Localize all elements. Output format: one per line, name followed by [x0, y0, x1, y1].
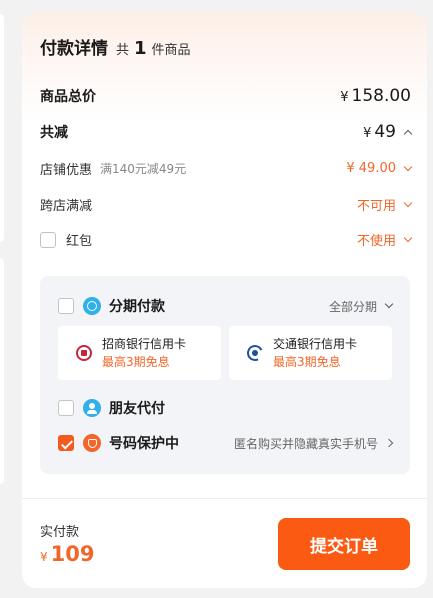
red-packet-row[interactable]: 红包 不使用 — [40, 230, 413, 249]
installment-left: 分期付款 — [58, 296, 165, 316]
cross-store-selector[interactable]: 不可用 — [356, 195, 413, 214]
bank-promo: 最高3期免息 — [102, 355, 170, 369]
store-coupon-left: 店铺优惠 满140元减49元 — [40, 159, 186, 178]
currency-symbol: ¥ — [363, 126, 372, 141]
installment-checkbox[interactable] — [58, 298, 74, 314]
store-coupon-selector[interactable]: ¥ 49.00 — [346, 161, 413, 176]
item-count: 1 — [134, 38, 147, 59]
red-packet-label: 红包 — [66, 234, 93, 249]
item-count-suffix: 件商品 — [151, 43, 191, 58]
card-title: 付款详情 — [40, 39, 108, 59]
bank-promo: 最高3期免息 — [273, 355, 341, 369]
discount-value: ¥49 — [363, 122, 396, 142]
installment-icon — [83, 297, 101, 315]
friend-pay-checkbox[interactable] — [58, 400, 74, 416]
number-protect-checkbox[interactable] — [58, 435, 74, 451]
number-protect-label: 号码保护中 — [109, 436, 179, 452]
installment-hint: 全部分期 — [328, 299, 377, 314]
friend-icon — [83, 399, 101, 417]
chevron-down-icon — [403, 198, 413, 207]
cross-store-value: 不可用 — [356, 199, 396, 214]
discount-label: 共减 — [40, 125, 68, 141]
friend-pay-row[interactable]: 朋友代付 — [58, 398, 392, 418]
bank-option-cmb[interactable]: 招商银行信用卡 最高3期免息 — [58, 326, 221, 380]
installment-selector[interactable]: 全部分期 — [328, 298, 394, 315]
item-count-prefix: 共 — [116, 43, 130, 58]
shield-icon — [83, 434, 101, 452]
number-protect-row[interactable]: 号码保护中 匿名购买并隐藏真实手机号 — [58, 433, 394, 453]
pay-amount-value: 109 — [50, 542, 95, 566]
pay-amount: ¥ 109 — [40, 542, 94, 566]
total-price-row: 商品总价 ¥158.00 — [40, 86, 411, 106]
discount-row[interactable]: 共减 ¥49 — [40, 122, 413, 142]
bank-text: 招商银行信用卡 最高3期免息 — [102, 335, 186, 371]
chevron-right-icon — [384, 438, 394, 448]
currency-symbol: ¥ — [40, 550, 48, 564]
currency-symbol: ¥ — [340, 90, 349, 105]
friend-pay-label: 朋友代付 — [109, 401, 165, 417]
bank-option-bocom[interactable]: 交通银行信用卡 最高3期免息 — [229, 326, 392, 380]
payment-details-card: 付款详情 共 1 件商品 商品总价 ¥158.00 共减 ¥49 店铺优惠 满1… — [22, 12, 427, 588]
chevron-up-icon — [403, 129, 413, 138]
total-price-value: ¥158.00 — [340, 86, 411, 106]
installment-row[interactable]: 分期付款 全部分期 — [58, 296, 394, 316]
store-coupon-value: ¥ 49.00 — [346, 161, 396, 176]
number-protect-info[interactable]: 匿名购买并隐藏真实手机号 — [233, 435, 394, 452]
cross-store-row[interactable]: 跨店满减 不可用 — [40, 195, 413, 214]
chevron-down-icon — [403, 162, 413, 171]
bank-name: 交通银行信用卡 — [273, 337, 358, 351]
installment-label: 分期付款 — [109, 299, 165, 315]
previous-card-edge — [0, 14, 4, 242]
store-coupon-label: 店铺优惠 — [40, 163, 93, 178]
cross-store-label: 跨店满减 — [40, 199, 93, 214]
bocom-bank-icon — [244, 342, 266, 364]
discount-toggle[interactable]: ¥49 — [363, 122, 413, 142]
store-coupon-condition: 满140元减49元 — [100, 162, 187, 176]
red-packet-left: 红包 — [40, 230, 92, 249]
number-protect-hint: 匿名购买并隐藏真实手机号 — [233, 436, 378, 451]
red-packet-value: 不使用 — [356, 234, 396, 249]
payment-options-panel: 分期付款 全部分期 招商银行信用卡 最高3期免息 交通银行信用卡 最高3期免息 — [40, 276, 410, 474]
total-price-label: 商品总价 — [40, 89, 96, 105]
bank-text: 交通银行信用卡 最高3期免息 — [273, 335, 357, 371]
friend-pay-left: 朋友代付 — [58, 398, 165, 418]
total-price-amount: 158.00 — [351, 86, 411, 106]
submit-order-button[interactable]: 提交订单 — [278, 518, 410, 570]
chevron-down-icon — [403, 233, 413, 242]
chevron-down-icon — [384, 299, 394, 309]
bank-name: 招商银行信用卡 — [102, 337, 187, 351]
discount-amount: 49 — [374, 122, 396, 142]
red-packet-checkbox[interactable] — [40, 231, 56, 248]
pay-amount-label: 实付款 — [40, 525, 80, 540]
number-protect-left: 号码保护中 — [58, 433, 179, 453]
card-header: 付款详情 共 1 件商品 — [40, 34, 191, 59]
footer-divider — [22, 498, 427, 499]
previous-card-edge — [0, 258, 4, 484]
red-packet-selector[interactable]: 不使用 — [356, 230, 413, 249]
cmb-bank-icon — [76, 345, 92, 361]
store-coupon-row[interactable]: 店铺优惠 满140元减49元 ¥ 49.00 — [40, 159, 413, 178]
